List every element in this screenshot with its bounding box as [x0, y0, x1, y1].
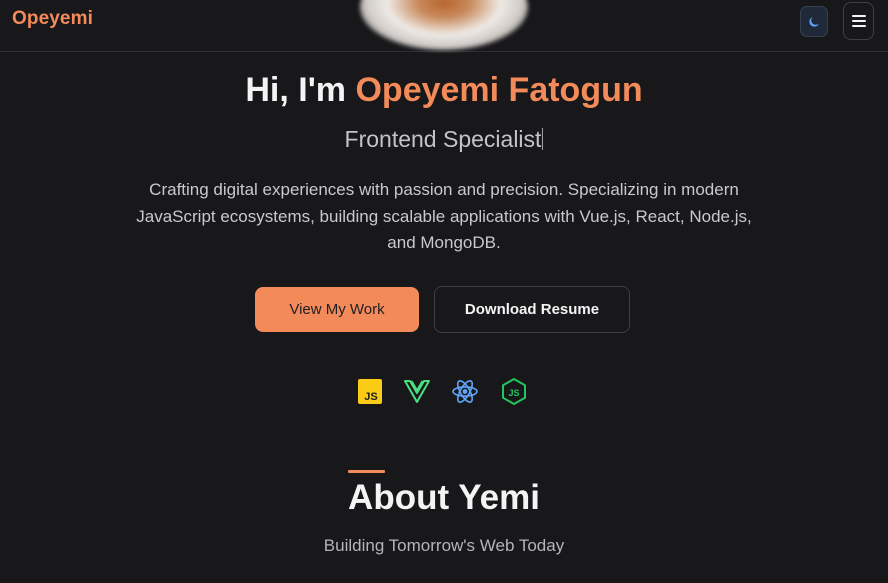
portfolio-page: Opeyemi Hi, I'm Opeyemi Fatogun Frontend… — [0, 0, 888, 583]
hero-role-text: Frontend Specialist — [344, 126, 542, 152]
moon-icon — [809, 16, 819, 27]
vue-icon[interactable] — [404, 378, 430, 405]
react-icon[interactable] — [452, 378, 478, 405]
menu-button[interactable] — [843, 2, 874, 40]
typing-cursor — [542, 128, 544, 150]
view-my-work-button[interactable]: View My Work — [255, 287, 419, 332]
download-resume-button[interactable]: Download Resume — [434, 286, 630, 333]
profile-avatar — [360, 0, 528, 50]
navbar: Opeyemi — [0, 0, 888, 52]
about-accent-rule — [348, 470, 385, 473]
about-subtitle: Building Tomorrow's Web Today — [323, 536, 565, 555]
hero-greeting: Hi, I'm — [245, 71, 356, 109]
about-title: About Yemi — [348, 478, 540, 517]
svg-text:JS: JS — [508, 388, 519, 398]
javascript-icon[interactable]: JS — [357, 378, 383, 405]
theme-toggle-button[interactable] — [800, 6, 828, 37]
brand-logo[interactable]: Opeyemi — [12, 8, 93, 30]
nodejs-icon[interactable]: JS — [501, 378, 527, 405]
hero-title: Hi, I'm Opeyemi Fatogun — [0, 71, 888, 110]
hamburger-menu-icon — [851, 15, 866, 27]
hero-description: Crafting digital experiences with passio… — [136, 180, 752, 252]
svg-text:JS: JS — [364, 391, 377, 403]
hero-name: Opeyemi Fatogun — [355, 71, 643, 109]
hero-role: Frontend Specialist — [0, 126, 888, 153]
